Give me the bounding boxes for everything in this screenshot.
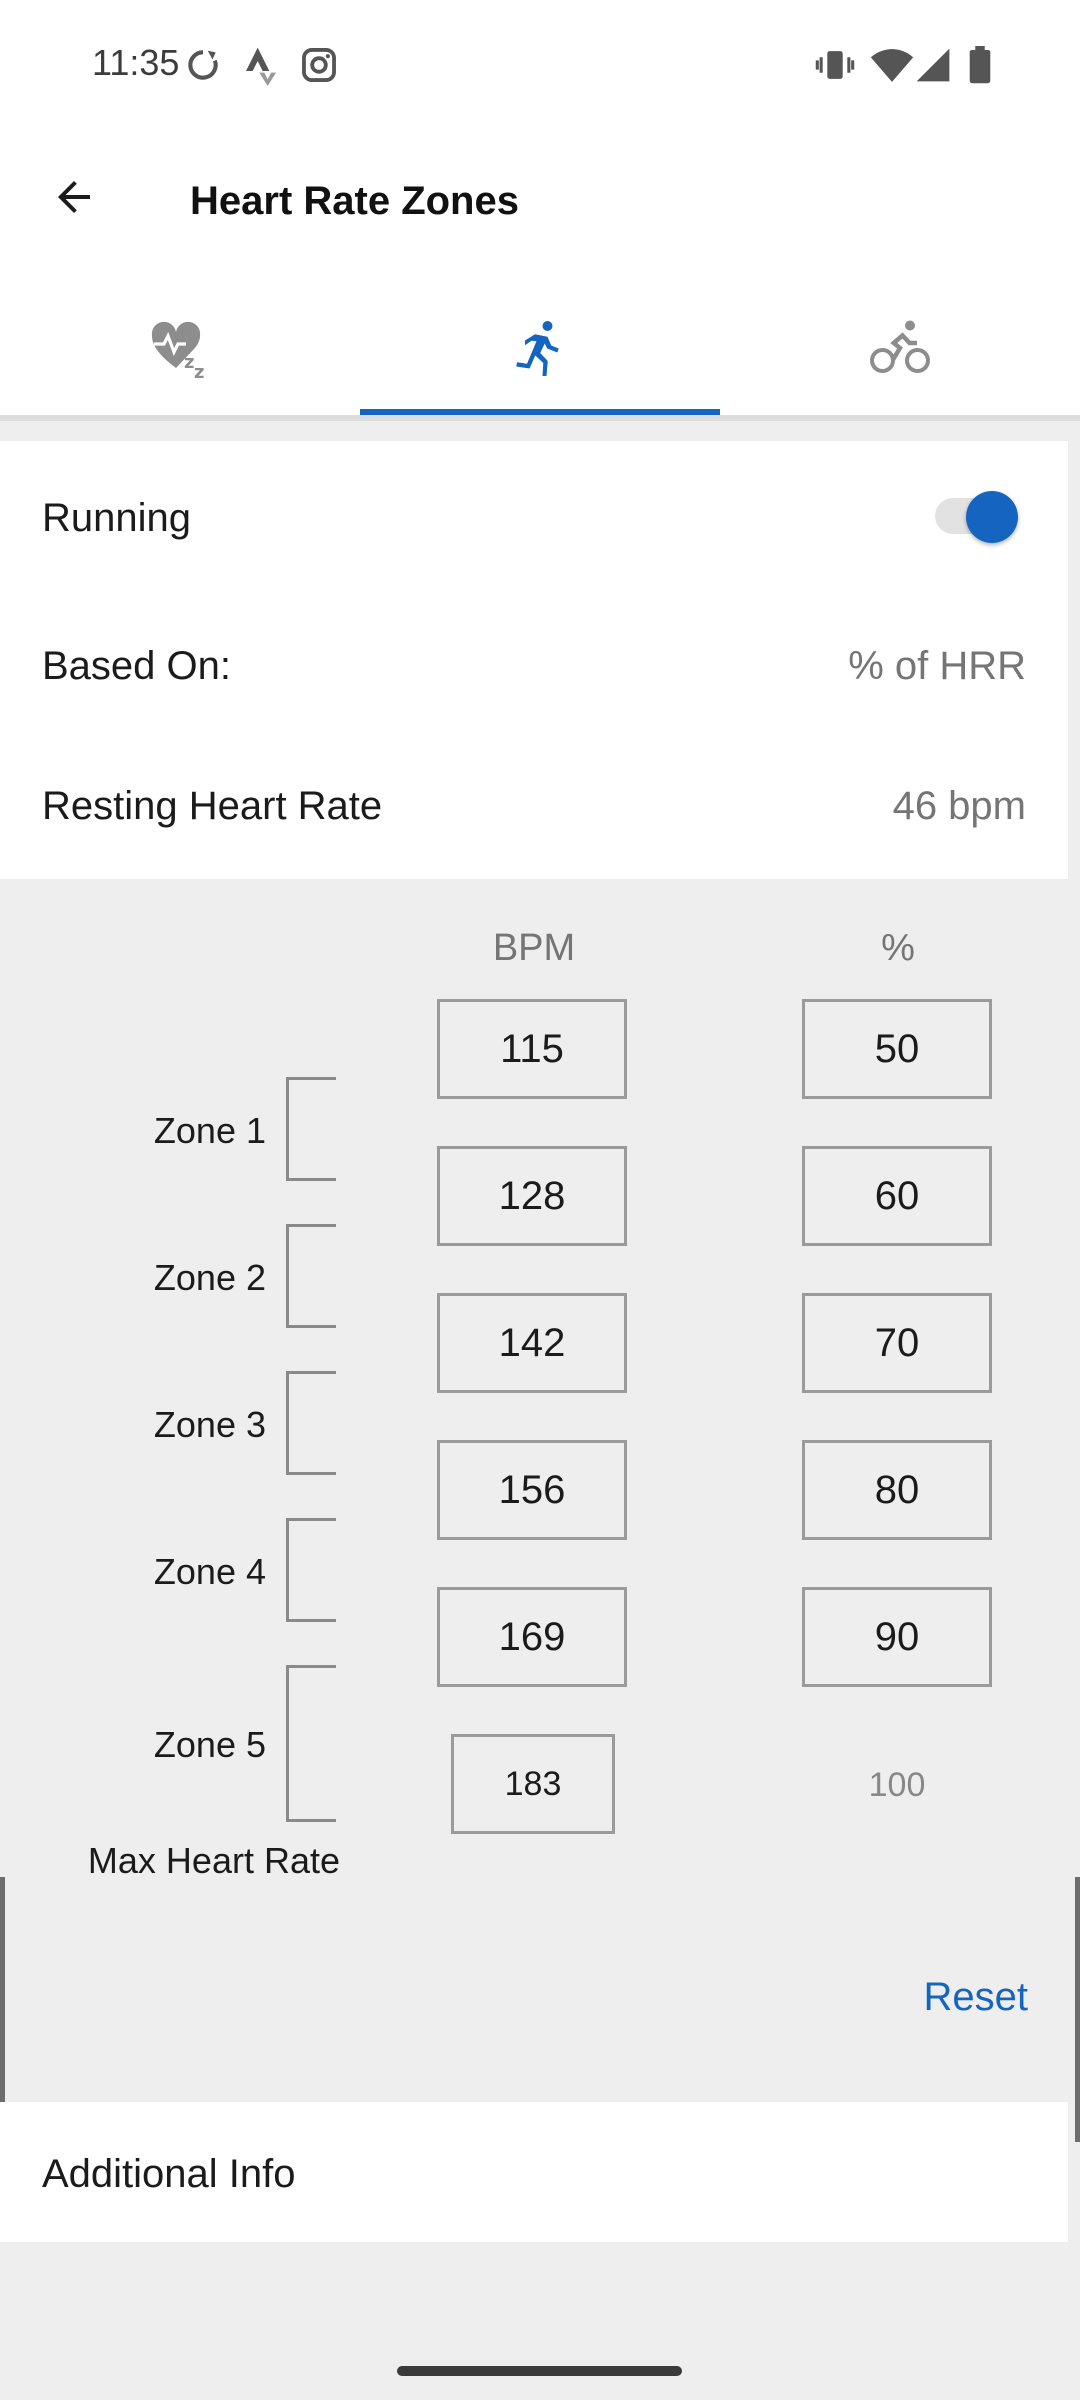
wifi-icon (870, 46, 914, 89)
running-icon (510, 316, 570, 385)
max-heart-rate-label: Max Heart Rate (87, 1840, 340, 1881)
status-bar: 11:35 (0, 0, 1080, 135)
running-label: Running (42, 496, 192, 540)
settings-card: Running Based On: % of HRR Resting Heart… (0, 441, 1068, 879)
zone-1-bracket (286, 1077, 336, 1181)
strava-icon (244, 46, 278, 91)
zone-4-label: Zone 4 (153, 1551, 266, 1592)
tab-resting[interactable]: z z (0, 285, 360, 415)
back-button[interactable] (40, 165, 108, 233)
bpm-box-5[interactable]: 169 (437, 1587, 627, 1687)
app-bar: Heart Rate Zones (0, 135, 1080, 285)
tab-running[interactable] (360, 285, 720, 415)
tab-bar: z z (0, 285, 1080, 421)
reset-button[interactable]: Reset (924, 1975, 1029, 2020)
cycling-icon (870, 318, 930, 383)
instagram-icon (300, 46, 338, 89)
zone-1-label: Zone 1 (153, 1110, 266, 1151)
battery-icon (968, 46, 992, 89)
zones-table: BPM % 115 128 142 156 169 183 50 60 70 8… (0, 879, 1080, 2099)
based-on-value: % of HRR (848, 644, 1026, 688)
signal-icon (915, 46, 951, 89)
zone-4-bracket (286, 1518, 336, 1622)
bpm-box-1[interactable]: 115 (437, 999, 627, 1099)
sync-icon (184, 46, 222, 89)
additional-info-row[interactable]: Additional Info (0, 2102, 1068, 2242)
percent-box-3[interactable]: 70 (802, 1293, 992, 1393)
right-edge-handle (1075, 1877, 1080, 2142)
percent-box-2[interactable]: 60 (802, 1146, 992, 1246)
tab-cycling[interactable] (720, 285, 1080, 415)
zone-3-bracket (286, 1371, 336, 1475)
based-on-row[interactable]: Based On: % of HRR (0, 591, 1068, 731)
svg-text:z: z (194, 362, 204, 380)
resting-heart-rate-value: 46 bpm (892, 784, 1026, 828)
percent-box-5[interactable]: 90 (802, 1587, 992, 1687)
percent-header: % (881, 927, 915, 969)
percent-box-4[interactable]: 80 (802, 1440, 992, 1540)
page-title: Heart Rate Zones (190, 179, 519, 223)
zone-5-label: Zone 5 (153, 1724, 266, 1765)
status-time: 11:35 (92, 42, 180, 83)
heart-sleep-icon: z z (148, 316, 212, 385)
zone-3-label: Zone 3 (153, 1404, 266, 1445)
home-indicator[interactable] (397, 2366, 682, 2376)
tab-indicator (360, 409, 720, 415)
resting-heart-rate-row[interactable]: Resting Heart Rate 46 bpm (0, 731, 1068, 879)
based-on-label: Based On: (42, 644, 232, 688)
zone-5-bracket (286, 1665, 336, 1822)
additional-info-label: Additional Info (42, 2152, 296, 2196)
max-bpm-box[interactable]: 183 (451, 1734, 615, 1834)
max-percent-value: 100 (868, 1766, 926, 1804)
bpm-box-3[interactable]: 142 (437, 1293, 627, 1393)
zone-2-bracket (286, 1224, 336, 1328)
bpm-box-2[interactable]: 128 (437, 1146, 627, 1246)
percent-box-1[interactable]: 50 (802, 999, 992, 1099)
bpm-header: BPM (492, 927, 576, 969)
resting-heart-rate-label: Resting Heart Rate (42, 784, 383, 828)
zone-2-label: Zone 2 (153, 1257, 266, 1298)
running-row[interactable]: Running (0, 441, 1068, 591)
vibrate-icon (815, 46, 855, 89)
arrow-back-icon (50, 173, 98, 226)
toggle-thumb (966, 491, 1018, 543)
svg-text:z: z (184, 352, 194, 373)
bpm-box-4[interactable]: 156 (437, 1440, 627, 1540)
